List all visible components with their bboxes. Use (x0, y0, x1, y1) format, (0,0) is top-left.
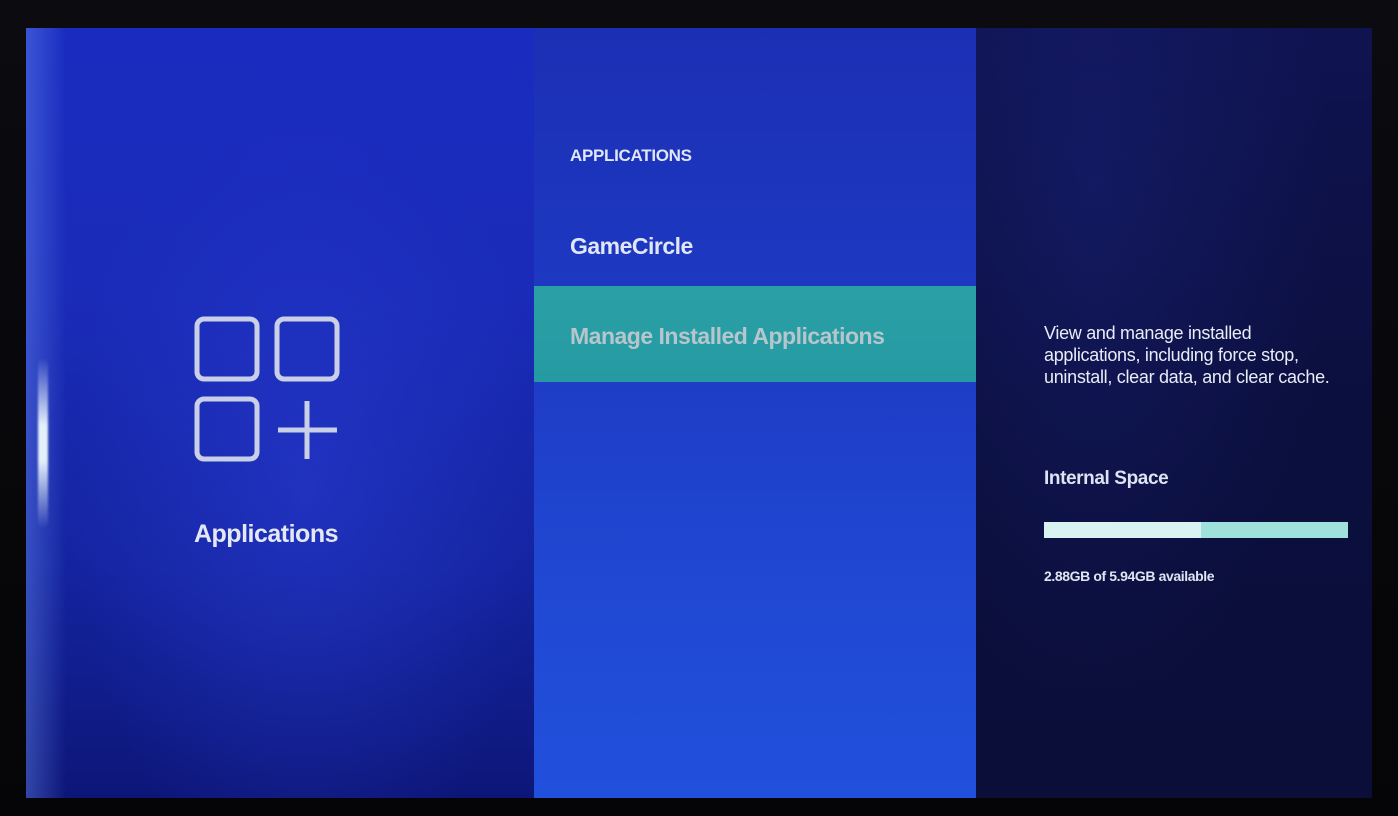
menu-item-gamecircle[interactable]: GameCircle (534, 226, 976, 266)
storage-progress-bar (1044, 522, 1348, 538)
storage-title: Internal Space (1044, 468, 1169, 489)
category-panel: Applications (26, 28, 534, 798)
screen-glare (38, 358, 48, 528)
storage-used-fill (1044, 522, 1201, 538)
tv-screen: Applications APPLICATIONS GameCircle Man… (26, 28, 1372, 798)
category-title: Applications (193, 520, 339, 548)
item-description: View and manage installed applications, … (1044, 323, 1330, 387)
menu-item-manage-installed-applications[interactable]: Manage Installed Applications (534, 286, 976, 382)
apps-grid-add-icon (194, 316, 340, 462)
tv-bezel: Applications APPLICATIONS GameCircle Man… (0, 0, 1398, 816)
menu-section-header: APPLICATIONS (570, 146, 692, 165)
settings-menu: APPLICATIONS GameCircle Manage Installed… (534, 28, 976, 798)
details-panel: View and manage installed applications, … (976, 28, 1372, 798)
storage-summary: 2.88GB of 5.94GB available (1044, 568, 1215, 584)
